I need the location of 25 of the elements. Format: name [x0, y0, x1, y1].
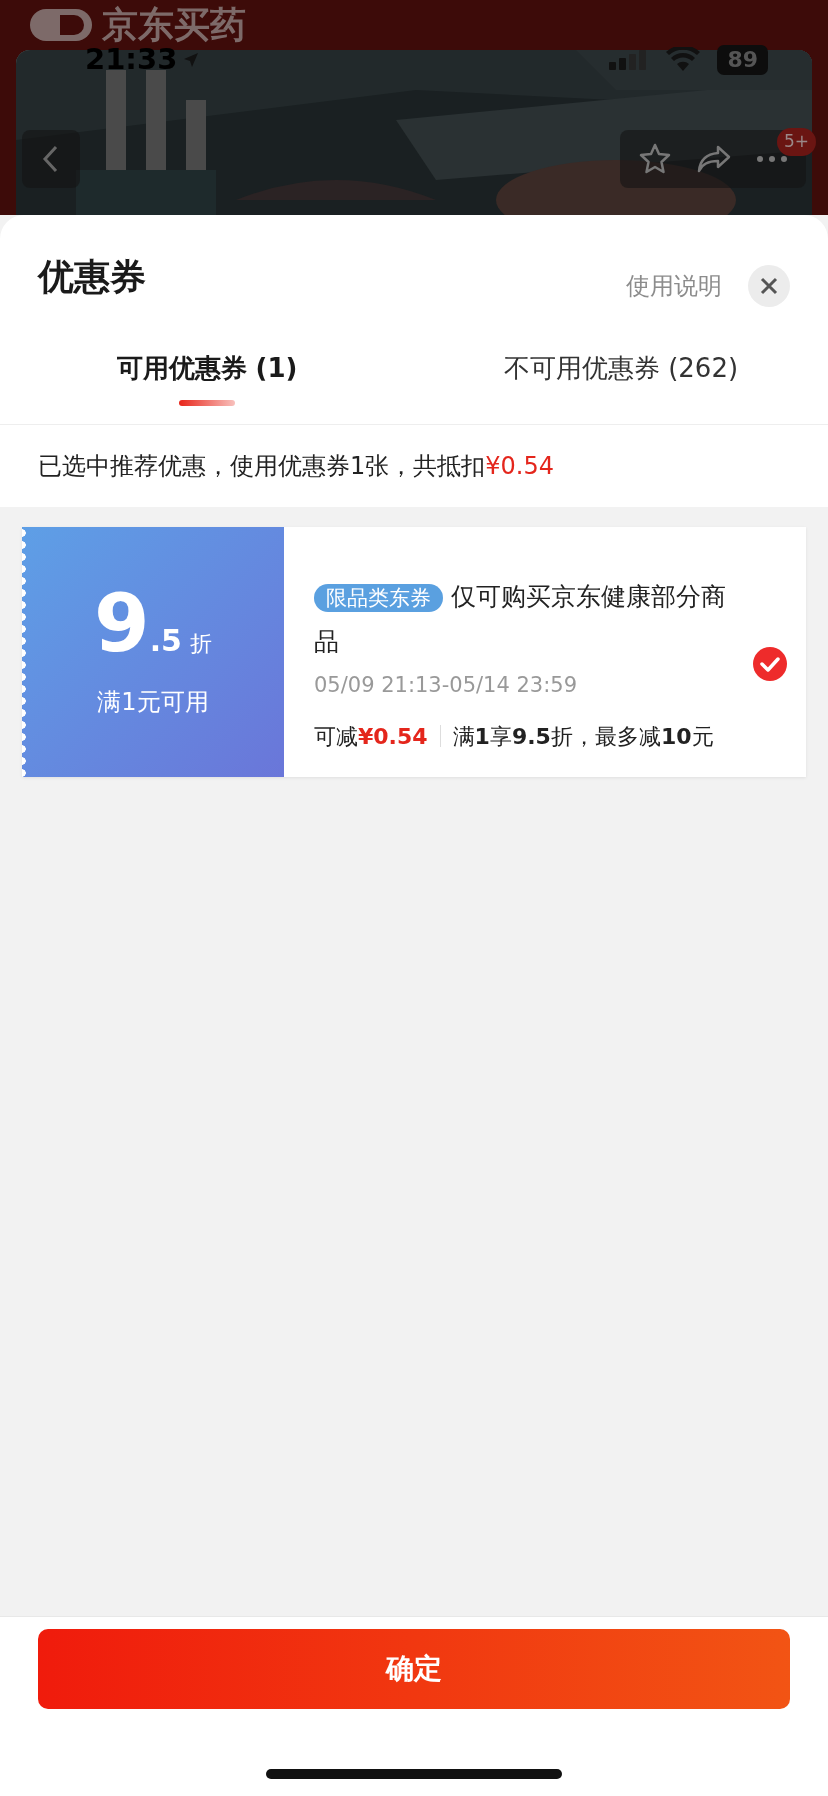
summary-text: 已选中推荐优惠，使用优惠券1张，共抵扣¥0.54 — [37, 451, 555, 482]
saving-amount: 可减¥0.54 — [314, 722, 428, 751]
battery-level: 89 — [717, 45, 768, 75]
more-icon[interactable] — [756, 155, 788, 163]
coupon-card[interactable]: 9.5 折 满1元可用 限品类东券 仅可购买京东健康部分商品 05/09 21:13-05/14 23:59 可减¥0.54 满1享9.5折，最多减10元 — [22, 527, 806, 777]
coupon-description: 限品类东券 仅可购买京东健康部分商品 — [314, 581, 727, 659]
discount-value: 9.5 折 — [94, 584, 212, 664]
status-time: 21:33 — [85, 42, 178, 79]
close-button[interactable] — [748, 265, 790, 307]
location-icon — [183, 52, 200, 68]
confirm-button[interactable]: 确定 — [38, 1629, 790, 1709]
share-icon[interactable] — [696, 144, 732, 174]
tab[interactable]: 可用优惠券 (1) — [116, 349, 298, 388]
back-button[interactable] — [22, 130, 80, 188]
threshold-text: 满1元可用 — [97, 687, 209, 718]
star-icon[interactable] — [638, 142, 672, 176]
wifi-icon — [665, 47, 702, 73]
coupon-rule: 满1享9.5折，最多减10元 — [452, 722, 714, 751]
checked-icon[interactable] — [752, 646, 788, 682]
category-tag: 限品类东券 — [314, 584, 443, 613]
tab[interactable]: 不可用优惠券 (262) — [503, 349, 739, 388]
app-brand: 京东买药 — [102, 7, 246, 43]
validity-period: 05/09 21:13-05/14 23:59 — [314, 672, 578, 700]
close-icon — [760, 277, 778, 295]
sheet-title: 优惠券 — [38, 255, 146, 299]
